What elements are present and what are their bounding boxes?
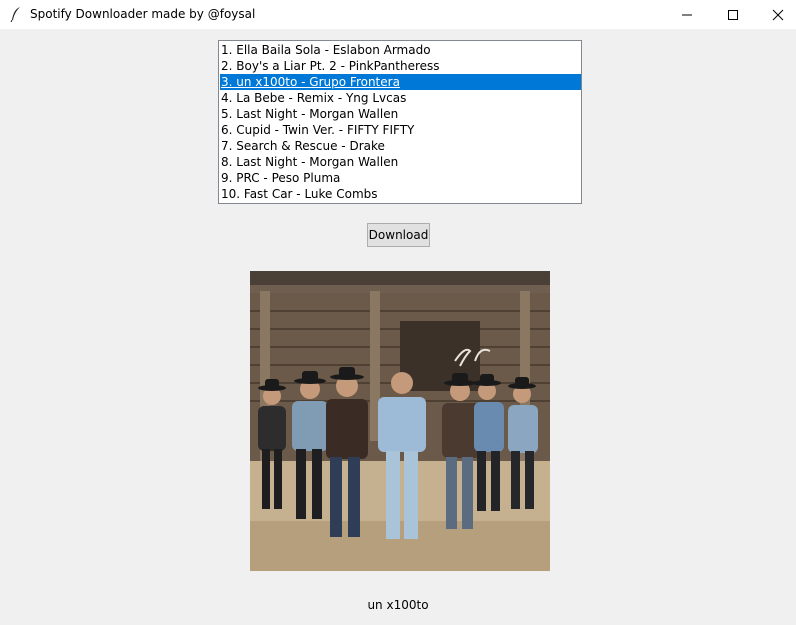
song-list-item[interactable]: 2. Boy's a Liar Pt. 2 - PinkPantheress [220, 58, 581, 74]
close-icon [772, 9, 784, 21]
song-list-item[interactable]: 4. La Bebe - Remix - Yng Lvcas [220, 90, 581, 106]
minimize-button[interactable] [664, 0, 710, 29]
song-list-item[interactable]: 9. PRC - Peso Pluma [220, 170, 581, 186]
song-list-item[interactable]: 1. Ella Baila Sola - Eslabon Armado [220, 42, 581, 58]
song-list-item[interactable]: 7. Search & Rescue - Drake [220, 138, 581, 154]
song-list-item[interactable]: 6. Cupid - Twin Ver. - FIFTY FIFTY [220, 122, 581, 138]
song-list-item[interactable]: 10. Fast Car - Luke Combs [220, 186, 581, 202]
close-button[interactable] [755, 0, 796, 29]
download-button[interactable]: Download [367, 223, 430, 247]
selected-song-title: un x100to [367, 598, 429, 612]
maximize-button[interactable] [710, 0, 756, 29]
window-title: Spotify Downloader made by @foysal [30, 7, 256, 21]
minimize-icon [682, 14, 692, 16]
song-list-item[interactable]: 8. Last Night - Morgan Wallen [220, 154, 581, 170]
song-list-item-selected[interactable]: 3. un x100to - Grupo Frontera [220, 74, 581, 90]
title-bar: Spotify Downloader made by @foysal [0, 0, 796, 29]
feather-icon [10, 7, 20, 22]
album-cover-image [250, 271, 550, 571]
song-listbox[interactable]: 1. Ella Baila Sola - Eslabon Armado 2. B… [218, 40, 582, 204]
maximize-icon [728, 10, 738, 20]
song-list-item[interactable]: 5. Last Night - Morgan Wallen [220, 106, 581, 122]
